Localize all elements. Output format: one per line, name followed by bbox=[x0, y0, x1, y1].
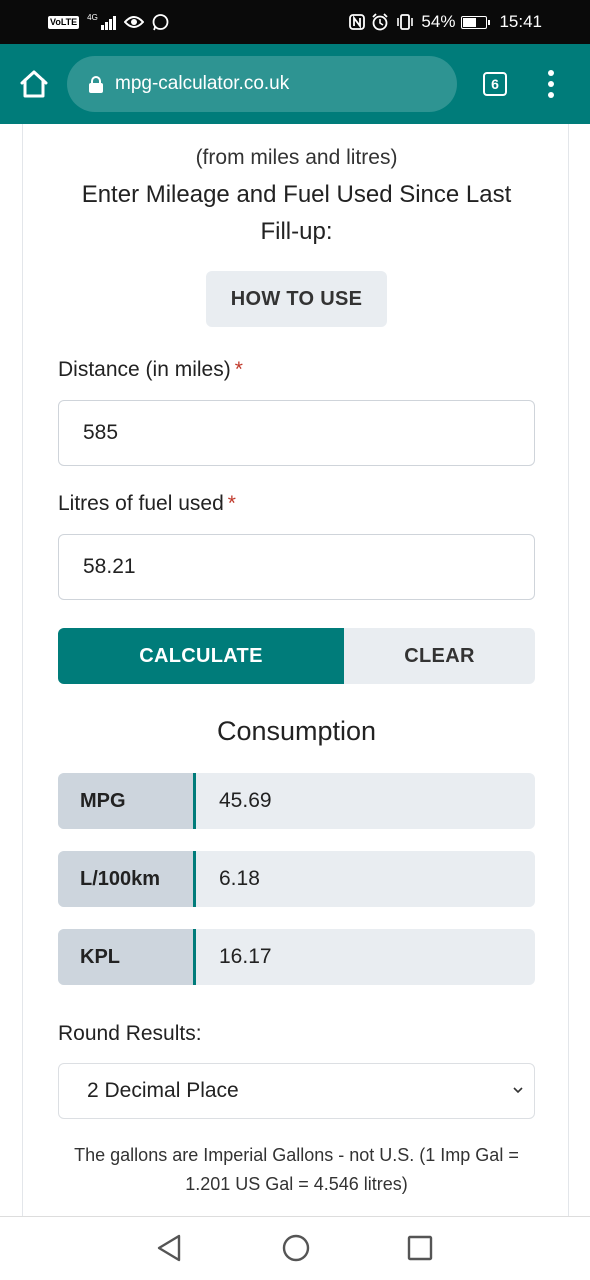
volte-badge: VoLTE bbox=[48, 15, 80, 29]
round-results-label: Round Results: bbox=[58, 1022, 202, 1045]
fuel-input[interactable]: 58.21 bbox=[58, 534, 535, 600]
home-icon[interactable] bbox=[18, 68, 50, 100]
vibrate-icon bbox=[397, 14, 414, 30]
required-asterisk: * bbox=[227, 492, 236, 515]
chevron-down-icon bbox=[513, 1087, 523, 1094]
how-to-use-button[interactable]: HOW TO USE bbox=[206, 271, 387, 327]
required-asterisk: * bbox=[234, 358, 243, 381]
whatsapp-icon bbox=[152, 13, 169, 30]
calculate-button[interactable]: CALCULATE bbox=[58, 628, 344, 684]
result-row-l100km: L/100km 6.18 bbox=[58, 851, 535, 907]
page-subtitle: (from miles and litres) bbox=[195, 146, 398, 169]
result-row-mpg: MPG 45.69 bbox=[58, 773, 535, 829]
status-left: VoLTE 4G bbox=[48, 14, 169, 31]
tabs-icon[interactable]: 6 bbox=[483, 72, 507, 96]
distance-label: Distance (in miles) * bbox=[58, 358, 243, 382]
battery-level bbox=[463, 17, 477, 27]
eye-icon bbox=[123, 16, 144, 28]
result-value: 16.17 bbox=[219, 945, 272, 968]
battery-percent: 54% bbox=[421, 12, 456, 31]
browser-toolbar: mpg-calculator.co.uk 6 bbox=[0, 44, 590, 124]
alarm-icon bbox=[372, 13, 389, 31]
consumption-title: Consumption bbox=[216, 716, 377, 746]
status-bar: VoLTE 4G 54% 15:41 bbox=[0, 0, 590, 44]
action-buttons: CALCULATE CLEAR bbox=[58, 628, 535, 684]
nfc-icon bbox=[349, 14, 366, 30]
fuel-value: 58.21 bbox=[83, 555, 136, 578]
clear-button[interactable]: CLEAR bbox=[344, 628, 535, 684]
navigation-bar bbox=[0, 1216, 590, 1280]
result-key: L/100km bbox=[58, 851, 196, 907]
distance-label-text: Distance (in miles) bbox=[58, 358, 231, 381]
round-results-value: 2 Decimal Place bbox=[87, 1079, 239, 1102]
lock-icon bbox=[89, 76, 103, 93]
fuel-label: Litres of fuel used * bbox=[58, 492, 236, 516]
result-value: 45.69 bbox=[219, 789, 272, 812]
result-key: MPG bbox=[58, 773, 196, 829]
distance-input[interactable]: 585 bbox=[58, 400, 535, 466]
network-type: 4G bbox=[87, 13, 98, 22]
gallons-note: The gallons are Imperial Gallons - not U… bbox=[74, 1145, 519, 1194]
address-bar[interactable]: mpg-calculator.co.uk bbox=[67, 56, 457, 112]
result-value: 6.18 bbox=[219, 867, 260, 890]
fuel-label-text: Litres of fuel used bbox=[58, 492, 224, 515]
round-results-select[interactable]: 2 Decimal Place bbox=[58, 1063, 535, 1119]
status-right: 54% 15:41 bbox=[349, 12, 542, 32]
calculator-page: (from miles and litres) Enter Mileage an… bbox=[22, 124, 569, 1216]
url-text: mpg-calculator.co.uk bbox=[115, 73, 290, 94]
page-heading: Enter Mileage and Fuel Used Since Last F… bbox=[81, 181, 512, 245]
back-icon[interactable] bbox=[155, 1233, 183, 1263]
home-circle-icon[interactable] bbox=[281, 1233, 311, 1263]
battery-icon bbox=[461, 15, 491, 29]
recents-icon[interactable] bbox=[407, 1235, 433, 1261]
distance-value: 585 bbox=[83, 421, 119, 444]
menu-icon[interactable] bbox=[545, 70, 557, 98]
signal-icon: 4G bbox=[87, 14, 116, 30]
tab-count: 6 bbox=[491, 76, 499, 92]
result-row-kpl: KPL 16.17 bbox=[58, 929, 535, 985]
clock: 15:41 bbox=[499, 12, 542, 31]
result-key: KPL bbox=[58, 929, 196, 985]
